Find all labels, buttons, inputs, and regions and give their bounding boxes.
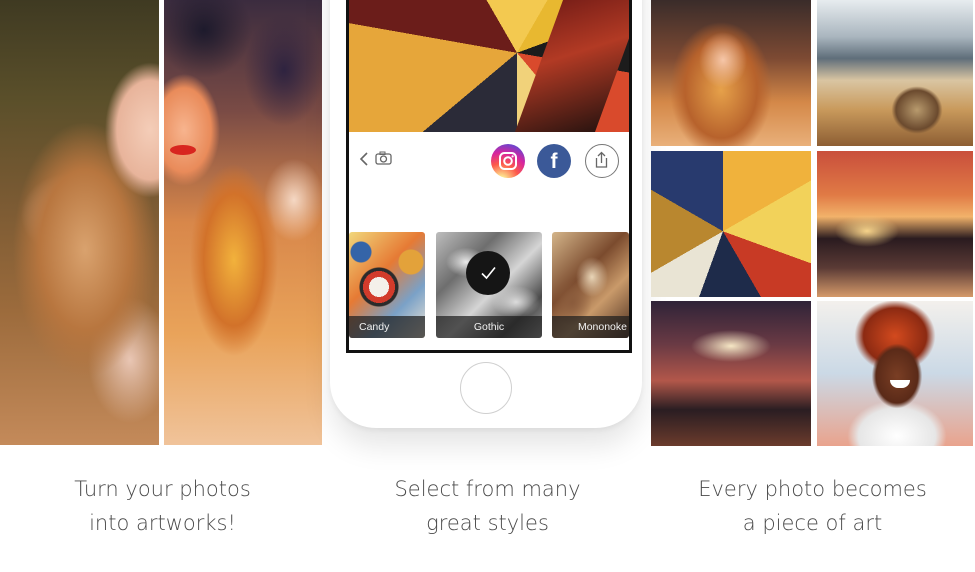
caption-panel-3: Every photo becomes a piece of art <box>650 472 975 540</box>
artwork-detail <box>170 145 196 155</box>
style-tile-gothic[interactable]: Gothic <box>436 232 542 338</box>
caption-line: Every photo becomes <box>698 477 927 501</box>
artwork-tile-smiling-woman <box>817 301 973 446</box>
share-toolbar: f <box>349 132 629 190</box>
style-picker: Candy Gothic Mononoke <box>349 232 629 338</box>
artwork-tile-sunset <box>817 151 973 297</box>
chevron-left-icon[interactable] <box>359 151 371 167</box>
style-label: Candy <box>349 316 425 338</box>
before-after-portrait <box>0 0 322 445</box>
artwork-tile-portrait <box>651 0 811 146</box>
caption-line: Select from many <box>394 477 581 501</box>
camera-icon[interactable] <box>375 151 392 165</box>
style-tile-mononoke[interactable]: Mononoke <box>552 232 629 338</box>
style-label: Mononoke <box>552 316 629 338</box>
caption-line: a piece of art <box>742 511 883 535</box>
instagram-icon[interactable] <box>491 144 525 178</box>
artwork-tile-boat <box>651 151 811 297</box>
home-button[interactable] <box>460 362 512 414</box>
phone-screen: f Candy Gothic Mononoke <box>346 0 632 353</box>
artwork-tile-street <box>651 301 811 446</box>
facebook-icon[interactable]: f <box>537 144 571 178</box>
stylized-photo-preview <box>349 0 629 132</box>
style-tile-candy[interactable]: Candy <box>349 232 425 338</box>
caption-line: Turn your photos <box>74 477 251 501</box>
artwork-tile-beach <box>817 0 973 146</box>
share-icon[interactable] <box>585 144 619 178</box>
style-label: Gothic <box>436 316 542 338</box>
checkmark-icon <box>466 251 510 295</box>
caption-panel-1: Turn your photos into artworks! <box>0 472 325 540</box>
original-photo <box>0 0 159 445</box>
artwork-photo <box>164 0 322 445</box>
caption-line: great styles <box>426 511 549 535</box>
caption-panel-2: Select from many great styles <box>325 472 650 540</box>
caption-line: into artworks! <box>89 511 236 535</box>
